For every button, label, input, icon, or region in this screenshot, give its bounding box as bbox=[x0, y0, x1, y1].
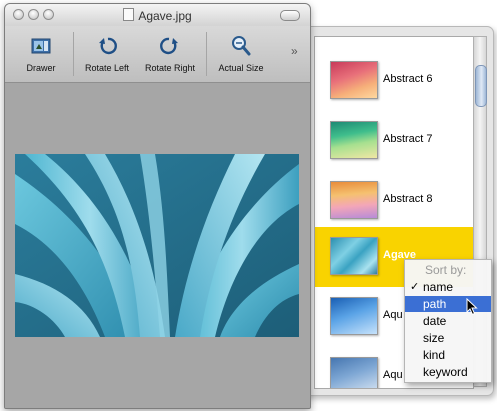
list-item-label: Aqu bbox=[383, 309, 403, 321]
agave-image bbox=[15, 154, 299, 337]
mouse-pointer-icon bbox=[466, 298, 478, 316]
sort-option-name[interactable]: ✓ name bbox=[405, 279, 491, 295]
rotate-right-label: Rotate Right bbox=[144, 63, 196, 73]
sort-option-size[interactable]: size bbox=[405, 330, 491, 346]
toolbar-separator bbox=[206, 32, 207, 76]
toolbar-toggle-button[interactable] bbox=[280, 10, 300, 21]
list-item[interactable]: Abstract 7 bbox=[315, 111, 473, 171]
thumbnail-abstract-7 bbox=[330, 121, 378, 159]
sort-option-label: keyword bbox=[423, 365, 468, 379]
list-item-label: Abstract 6 bbox=[383, 73, 433, 85]
thumbnail-agave bbox=[330, 237, 378, 275]
actual-size-button[interactable]: Actual Size bbox=[213, 30, 269, 78]
sort-option-label: path bbox=[423, 297, 447, 311]
drawer-icon bbox=[31, 38, 51, 54]
drawer-button-label: Drawer bbox=[26, 63, 56, 73]
checkmark-icon: ✓ bbox=[410, 281, 420, 293]
sort-option-label: size bbox=[423, 331, 445, 345]
rotate-left-button[interactable]: Rotate Left bbox=[77, 30, 137, 78]
agave-photo bbox=[15, 154, 299, 337]
thumbnail-aqua-1 bbox=[330, 297, 378, 335]
sort-option-path[interactable]: path bbox=[405, 296, 491, 312]
sort-option-kind[interactable]: kind bbox=[405, 347, 491, 363]
sort-option-label: kind bbox=[423, 348, 446, 362]
list-item-label: Abstract 8 bbox=[383, 193, 433, 205]
rotate-left-label: Rotate Left bbox=[84, 63, 130, 73]
thumbnail-abstract-6 bbox=[330, 61, 378, 99]
sort-menu-header: Sort by: bbox=[405, 262, 491, 278]
toolbar-separator bbox=[73, 32, 74, 76]
thumbnail-abstract-8 bbox=[330, 181, 378, 219]
scroll-thumb[interactable] bbox=[475, 65, 487, 107]
list-item[interactable]: Abstract 8 bbox=[315, 171, 473, 231]
thumbnail-aqua-2 bbox=[330, 357, 378, 388]
actual-size-label: Actual Size bbox=[218, 63, 264, 73]
rotate-left-icon bbox=[99, 37, 117, 55]
sort-by-menu: Sort by: ✓ name path date size kind keyw… bbox=[404, 259, 492, 383]
image-viewer bbox=[5, 83, 310, 408]
preview-window: Agave.jpg Drawer Rotate Left Rotate Righ… bbox=[4, 3, 311, 409]
title-bar[interactable]: Agave.jpg bbox=[5, 4, 310, 26]
list-item-label: Aqu bbox=[383, 369, 403, 381]
sort-option-label: name bbox=[423, 280, 454, 294]
sort-menu-header-label: Sort by: bbox=[425, 263, 467, 277]
list-item[interactable]: Abstract 6 bbox=[315, 51, 473, 111]
sort-option-date[interactable]: date bbox=[405, 313, 491, 329]
rotate-right-icon bbox=[160, 37, 178, 55]
drawer-button[interactable]: Drawer bbox=[15, 30, 67, 78]
sort-option-keyword[interactable]: keyword bbox=[405, 364, 491, 380]
list-item-label: Abstract 7 bbox=[383, 133, 433, 145]
sort-option-label: date bbox=[423, 314, 447, 328]
document-icon bbox=[123, 8, 135, 21]
toolbar-overflow-chevron-icon[interactable]: » bbox=[291, 44, 298, 58]
toolbar: Drawer Rotate Left Rotate Right Actual S… bbox=[5, 26, 310, 83]
window-title-text: Agave.jpg bbox=[138, 9, 192, 23]
window-title: Agave.jpg bbox=[5, 8, 310, 23]
rotate-right-button[interactable]: Rotate Right bbox=[139, 30, 201, 78]
magnifier-icon bbox=[232, 36, 251, 56]
